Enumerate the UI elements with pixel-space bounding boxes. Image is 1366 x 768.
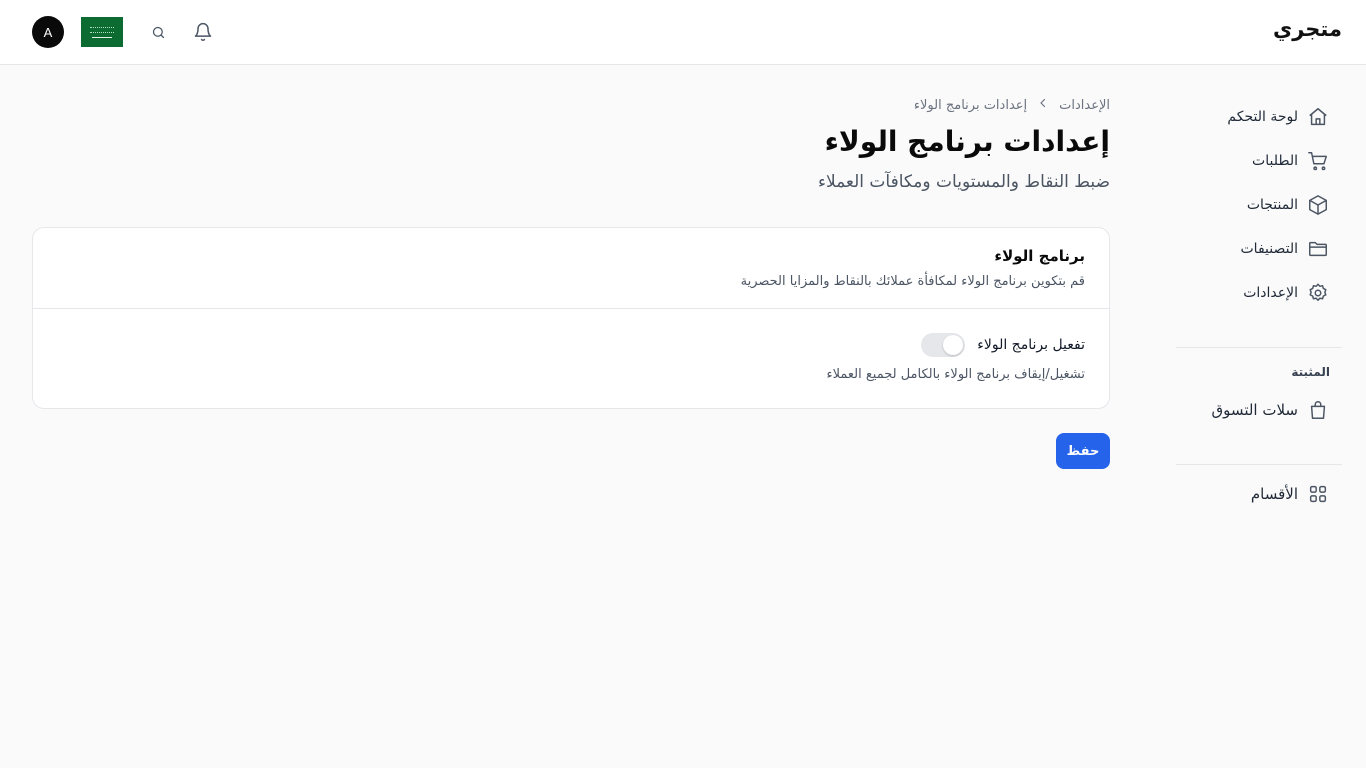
- page-title: إعدادات برنامج الولاء: [824, 125, 1110, 158]
- breadcrumb: الإعدادات إعدادات برنامج الولاء: [914, 97, 1110, 113]
- flag-script-mark: [90, 26, 114, 33]
- grid-icon: [1306, 482, 1330, 506]
- sidebar-item-label: الأقسام: [1250, 485, 1298, 503]
- sidebar-item-settings[interactable]: الإعدادات: [1180, 279, 1330, 307]
- sidebar-item-label: الإعدادات: [1243, 285, 1298, 301]
- sidebar-item-dashboard[interactable]: لوحة التحكم: [1180, 103, 1330, 131]
- sidebar-item-shopping-carts[interactable]: سلات التسوق: [1180, 396, 1330, 424]
- sidebar-divider: [1176, 347, 1342, 348]
- folder-icon: [1306, 237, 1330, 261]
- sidebar-item-orders[interactable]: الطلبات: [1180, 147, 1330, 175]
- shopping-bag-icon: [1306, 398, 1330, 422]
- page-subtitle: ضبط النقاط والمستويات ومكافآت العملاء: [817, 172, 1110, 192]
- sidebar: لوحة التحكم الطلبات المنتجات التصنيفات ا…: [1176, 65, 1342, 768]
- pinned-section-title: المثبتة: [1291, 365, 1330, 379]
- top-bar: متجري A: [0, 0, 1366, 65]
- loyalty-enable-toggle[interactable]: [921, 333, 966, 357]
- loyalty-toggle-row: تفعيل برنامج الولاء: [921, 332, 1085, 358]
- sidebar-item-categories[interactable]: التصنيفات: [1180, 235, 1330, 263]
- sidebar-divider: [1176, 464, 1342, 465]
- gear-icon: [1306, 281, 1330, 305]
- breadcrumb-current: إعدادات برنامج الولاء: [913, 97, 1028, 113]
- toggle-description: تشغيل/إيقاف برنامج الولاء بالكامل لجميع …: [826, 367, 1085, 382]
- toggle-knob: [943, 335, 964, 355]
- card-header: برنامج الولاء قم بتكوين برنامج الولاء لم…: [33, 228, 1109, 309]
- sidebar-item-label: التصنيفات: [1240, 241, 1299, 257]
- card-description: قم بتكوين برنامج الولاء لمكافأة عملائك ب…: [740, 274, 1085, 289]
- sidebar-item-label: سلات التسوق: [1211, 401, 1298, 419]
- home-icon: [1306, 105, 1330, 129]
- sidebar-item-label: الطلبات: [1252, 153, 1298, 169]
- cart-icon: [1306, 149, 1330, 173]
- bell-icon[interactable]: [191, 20, 215, 44]
- loyalty-program-card: برنامج الولاء قم بتكوين برنامج الولاء لم…: [32, 227, 1110, 409]
- sidebar-item-label: لوحة التحكم: [1227, 109, 1298, 125]
- chevron-left-icon: [1037, 97, 1049, 113]
- card-title: برنامج الولاء: [994, 247, 1085, 265]
- flag-sword-mark: [92, 36, 112, 38]
- user-avatar[interactable]: A: [32, 16, 64, 48]
- toggle-label: تفعيل برنامج الولاء: [977, 337, 1085, 353]
- saudi-flag-icon[interactable]: [81, 17, 123, 47]
- save-button[interactable]: حفظ: [1056, 433, 1110, 469]
- sidebar-item-products[interactable]: المنتجات: [1180, 191, 1330, 219]
- sidebar-item-label: المنتجات: [1246, 197, 1298, 213]
- breadcrumb-root-link[interactable]: الإعدادات: [1059, 98, 1110, 113]
- box-icon: [1306, 193, 1330, 217]
- brand-logo[interactable]: متجري: [1273, 17, 1342, 41]
- search-icon[interactable]: [146, 20, 170, 44]
- header-actions: A: [32, 16, 232, 48]
- sidebar-item-sections[interactable]: الأقسام: [1180, 480, 1330, 508]
